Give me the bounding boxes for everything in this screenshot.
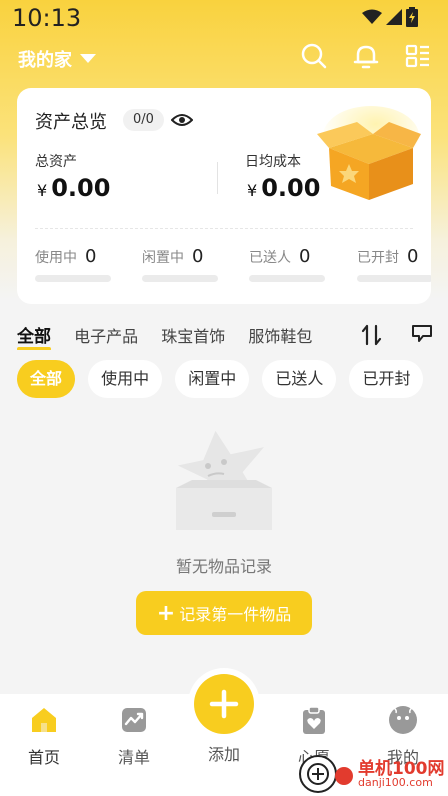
empty-state-message: 暂无物品记录 [175, 557, 272, 576]
status-filter-chips: 全部 使用中 闲置中 已送人 已开封 [17, 360, 448, 398]
stat-idle[interactable]: 闲置中 0 [142, 246, 222, 282]
signal-icon [386, 9, 402, 25]
filter-icon[interactable] [410, 322, 434, 346]
daily-cost-label: 日均成本 [245, 154, 301, 170]
status-time: 10:13 [12, 4, 82, 32]
home-icon [32, 708, 56, 732]
stat-value: 0 [85, 246, 97, 267]
chip-in-use[interactable]: 使用中 [88, 360, 163, 398]
profile-icon [389, 706, 417, 734]
stat-label: 已送人 [249, 250, 291, 266]
stat-value: 0 [299, 246, 311, 267]
grid-menu-icon[interactable] [404, 42, 432, 70]
category-tabs: 全部 电子产品 珠宝首饰 服饰鞋包 [17, 322, 353, 350]
asset-title: 资产总览 [35, 112, 107, 133]
stat-value: 0 [407, 246, 419, 267]
stat-in-use[interactable]: 使用中 0 [35, 246, 115, 282]
wish-icon [303, 706, 325, 734]
daily-cost-value: ¥0.00 [247, 174, 320, 202]
chip-idle[interactable]: 闲置中 [175, 360, 250, 398]
wifi-icon [362, 9, 382, 24]
total-assets-value: ¥0.00 [37, 174, 110, 202]
nav-list[interactable]: 清单 [99, 704, 169, 768]
site-watermark: 单机100网 danji100.com [296, 752, 446, 796]
nav-add-label: 添加 [207, 745, 240, 764]
status-bar: 10:13 [0, 0, 448, 40]
home-name: 我的家 [18, 50, 72, 71]
chip-gifted[interactable]: 已送人 [262, 360, 337, 398]
nav-home[interactable]: 首页 [9, 704, 79, 768]
watermark-logo [299, 755, 353, 793]
asset-count-badge: 0/0 [123, 109, 164, 131]
total-assets-label: 总资产 [35, 154, 77, 170]
card-divider [217, 162, 218, 194]
tab-electronics[interactable]: 电子产品 [74, 323, 138, 347]
plus-icon [209, 689, 239, 719]
tab-jewelry[interactable]: 珠宝首饰 [161, 323, 225, 347]
stat-progress-bar [249, 275, 325, 282]
nav-list-label: 清单 [117, 748, 150, 767]
asset-overview-card[interactable]: 资产总览 0/0 总资产 ¥0.00 日均成本 ¥0.00 使用中 0 闲置中 0 … [17, 88, 431, 304]
card-dashed-divider [35, 228, 413, 229]
tab-all[interactable]: 全部 [17, 322, 51, 350]
add-fab-button[interactable] [194, 674, 254, 734]
nav-home-label: 首页 [27, 748, 60, 767]
chevron-down-icon [80, 54, 96, 63]
stat-label: 使用中 [35, 250, 77, 266]
plus-icon: + [156, 600, 176, 626]
total-amount: 0.00 [51, 174, 111, 202]
stat-label: 已开封 [357, 250, 399, 266]
stat-progress-bar [142, 275, 218, 282]
stat-opened[interactable]: 已开封 0 [357, 246, 431, 282]
chip-all[interactable]: 全部 [17, 360, 76, 398]
home-selector[interactable]: 我的家 [18, 46, 96, 72]
add-first-item-label: 记录第一件物品 [179, 605, 292, 624]
empty-state-illustration [176, 430, 272, 530]
tab-apparel[interactable]: 服饰鞋包 [248, 323, 312, 347]
header-icons [300, 42, 432, 70]
stat-label: 闲置中 [142, 250, 184, 266]
search-icon[interactable] [300, 42, 328, 70]
total-currency: ¥ [37, 181, 48, 200]
sort-icon[interactable] [360, 323, 384, 347]
list-icon [122, 708, 146, 732]
stat-gifted[interactable]: 已送人 0 [249, 246, 329, 282]
box-illustration [317, 106, 421, 200]
bell-icon[interactable] [352, 42, 380, 70]
watermark-line2: danji100.com [358, 776, 433, 789]
stat-progress-bar [35, 275, 111, 282]
eye-icon[interactable] [171, 109, 193, 131]
stat-value: 0 [192, 246, 204, 267]
add-first-item-button[interactable]: + 记录第一件物品 [136, 591, 312, 635]
daily-currency: ¥ [247, 181, 258, 200]
chip-opened[interactable]: 已开封 [349, 360, 424, 398]
app-header: 我的家 [0, 40, 448, 78]
battery-icon [406, 7, 418, 27]
status-icons [362, 7, 418, 27]
stat-progress-bar [357, 275, 431, 282]
